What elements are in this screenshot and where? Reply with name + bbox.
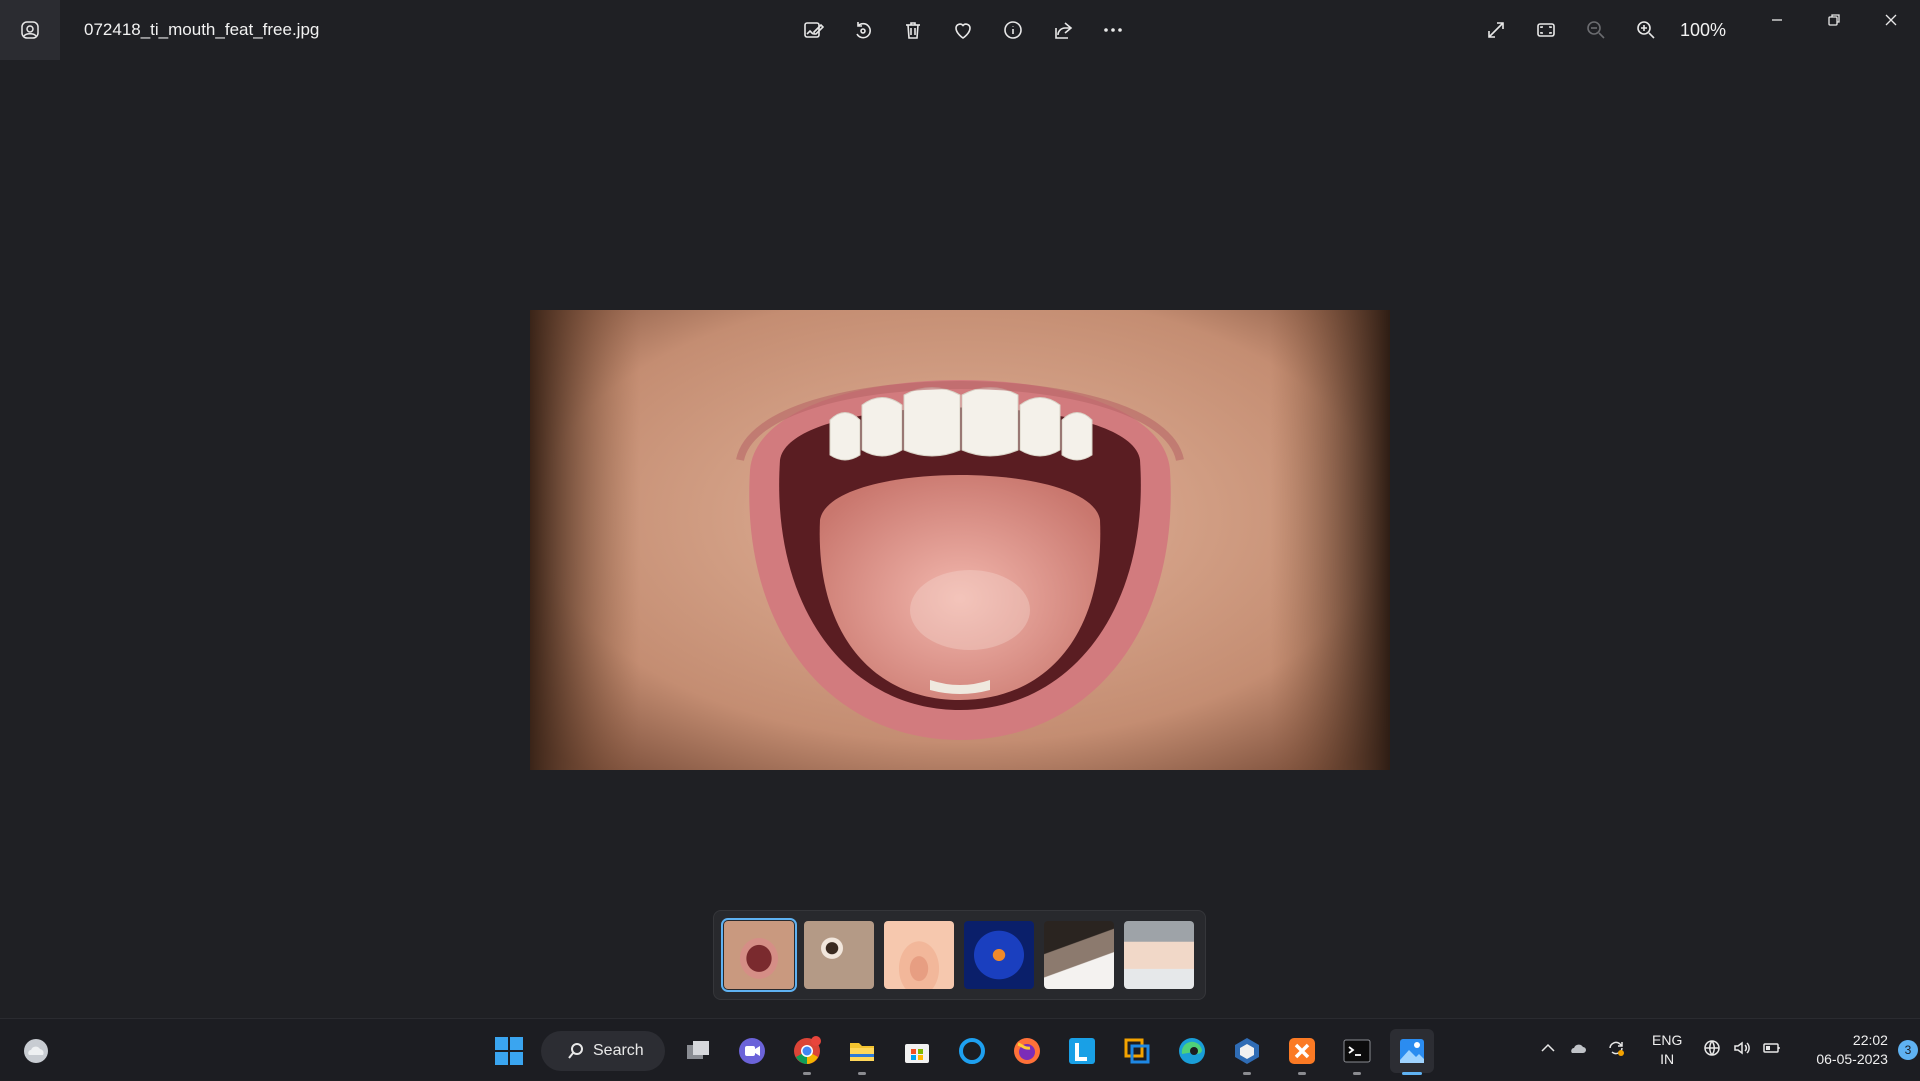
snipping-tool-icon[interactable] bbox=[1115, 1029, 1159, 1073]
clock[interactable]: 22:02 06-05-2023 bbox=[1816, 1031, 1888, 1069]
terminal-icon[interactable] bbox=[1335, 1029, 1379, 1075]
start-windows-icon[interactable] bbox=[487, 1029, 531, 1073]
zoom-in-icon[interactable] bbox=[1626, 10, 1666, 50]
view-toolbar: 100% bbox=[1476, 10, 1726, 50]
zoom-out-icon[interactable] bbox=[1576, 10, 1616, 50]
cortana-icon[interactable] bbox=[950, 1029, 994, 1073]
favorite-heart-icon[interactable] bbox=[943, 10, 983, 50]
close-icon[interactable] bbox=[1862, 0, 1919, 40]
language-indicator[interactable]: ENG IN bbox=[1652, 1031, 1682, 1069]
fit-to-window-icon[interactable] bbox=[1526, 10, 1566, 50]
restore-icon[interactable] bbox=[1805, 0, 1862, 40]
chevron-up-icon[interactable] bbox=[1538, 1038, 1562, 1063]
sync-icon[interactable] bbox=[1606, 1038, 1634, 1063]
volume-icon[interactable] bbox=[1732, 1038, 1756, 1063]
share-icon[interactable] bbox=[1043, 10, 1083, 50]
zoom-level[interactable]: 100% bbox=[1680, 20, 1726, 41]
window-controls bbox=[1748, 0, 1919, 40]
clock-date: 06-05-2023 bbox=[1816, 1051, 1888, 1067]
l-app-icon[interactable] bbox=[1060, 1029, 1104, 1073]
task-view-icon[interactable] bbox=[676, 1029, 720, 1073]
image-toolbar bbox=[793, 10, 1143, 50]
photos-app-window: 072418_ti_mouth_feat_free.jpg 100% bbox=[0, 0, 1920, 1018]
taskbar-search[interactable]: Search bbox=[541, 1031, 665, 1071]
title-bar: 072418_ti_mouth_feat_free.jpg 100% bbox=[0, 0, 1920, 60]
main-photo-open-mouth[interactable] bbox=[530, 310, 1390, 770]
taskbar: Search ENG IN 22:02 06-05-2023 3 bbox=[0, 1018, 1920, 1080]
info-icon[interactable] bbox=[993, 10, 1033, 50]
minimize-icon[interactable] bbox=[1748, 0, 1805, 40]
clock-time: 22:02 bbox=[1852, 1032, 1888, 1048]
onedrive-icon[interactable] bbox=[1568, 1038, 1600, 1063]
firefox-icon[interactable] bbox=[1005, 1029, 1049, 1073]
network-globe-icon[interactable] bbox=[1702, 1038, 1726, 1063]
search-icon bbox=[568, 1043, 583, 1059]
filmstrip bbox=[713, 910, 1206, 1000]
more-options-icon[interactable] bbox=[1093, 10, 1133, 50]
photos-taskbar-icon[interactable] bbox=[1390, 1029, 1434, 1075]
edit-image-icon[interactable] bbox=[793, 10, 833, 50]
xampp-icon[interactable] bbox=[1280, 1029, 1324, 1075]
thumbnail-eye[interactable] bbox=[804, 921, 874, 989]
thumbnail-nose[interactable] bbox=[884, 921, 954, 989]
delete-icon[interactable] bbox=[893, 10, 933, 50]
microsoft-store-icon[interactable] bbox=[895, 1029, 939, 1073]
file-explorer-icon[interactable] bbox=[840, 1029, 884, 1075]
edge-icon[interactable] bbox=[1170, 1029, 1214, 1073]
virtualbox-icon[interactable] bbox=[1225, 1029, 1269, 1075]
thumbnail-face-treatment[interactable] bbox=[1124, 921, 1194, 989]
thumbnail-hair[interactable] bbox=[1044, 921, 1114, 989]
system-tray: ENG IN 22:02 06-05-2023 3 bbox=[1538, 1019, 1918, 1081]
thumbnail-mouth[interactable] bbox=[721, 918, 797, 992]
photos-app-icon[interactable] bbox=[0, 0, 60, 60]
teams-chat-icon[interactable] bbox=[730, 1029, 774, 1073]
battery-icon[interactable] bbox=[1762, 1038, 1786, 1063]
thumbnail-joints[interactable] bbox=[964, 921, 1034, 989]
full-screen-icon[interactable] bbox=[1476, 10, 1516, 50]
chrome-icon[interactable] bbox=[785, 1029, 829, 1075]
notification-badge[interactable]: 3 bbox=[1897, 1040, 1918, 1060]
rotate-icon[interactable] bbox=[843, 10, 883, 50]
search-label: Search bbox=[593, 1042, 644, 1059]
file-name: 072418_ti_mouth_feat_free.jpg bbox=[84, 20, 320, 39]
weather-widget-icon[interactable] bbox=[14, 1029, 58, 1073]
